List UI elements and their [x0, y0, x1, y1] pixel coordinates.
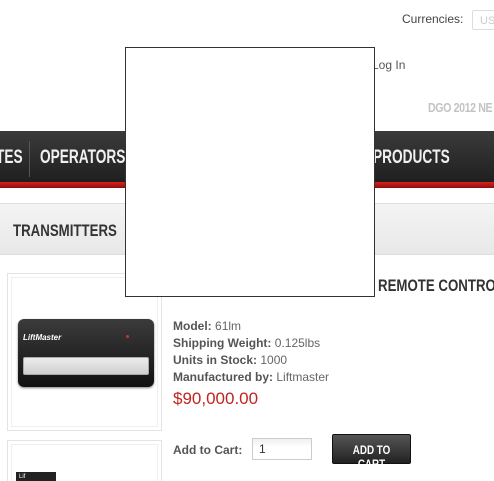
currencies-label: Currencies: [402, 12, 464, 26]
spec-weight-label: Shipping Weight: [173, 336, 272, 350]
product-title: REMOTE CONTROL [378, 276, 494, 295]
thumbnail-logo: Lif [19, 474, 26, 480]
currency-select[interactable]: US [472, 10, 494, 30]
add-to-cart-label: Add to Cart: [173, 443, 243, 457]
spec-manufacturer: Manufactured by: Liftmaster [173, 370, 329, 384]
product-price: $90,000.00 [173, 389, 259, 408]
spec-weight: Shipping Weight: 0.125lbs [173, 336, 320, 350]
spec-manufacturer-value: Liftmaster [276, 370, 330, 384]
spec-model: Model: 61lm [173, 319, 241, 333]
nav-item-operators[interactable]: OPERATORS [40, 147, 125, 169]
remote-button [23, 357, 149, 375]
remote-brand-logo: LiftMaster [23, 333, 62, 342]
login-link[interactable]: Log In [372, 58, 405, 72]
spec-stock-label: Units in Stock: [173, 353, 258, 367]
add-to-cart-button-label: ADD TO CART [352, 443, 391, 471]
nav-item-tes[interactable]: TES [0, 147, 23, 169]
spec-manufacturer-label: Manufactured by: [173, 370, 274, 384]
remote-control-image: LiftMaster [18, 319, 154, 387]
promo-banner: DGO 2012 NE [428, 100, 493, 115]
spec-model-label: Model: [173, 319, 212, 333]
add-to-cart-button[interactable]: ADD TO CART [332, 434, 411, 471]
quantity-input[interactable] [252, 438, 312, 460]
loading-modal[interactable] [125, 47, 375, 297]
product-thumbnail-card[interactable]: Lif [7, 440, 162, 481]
remote-led [126, 335, 129, 338]
thumbnail-image: Lif [16, 472, 56, 481]
spec-stock: Units in Stock: 1000 [173, 353, 287, 367]
breadcrumb-transmitters[interactable]: TRANSMITTERS [13, 221, 117, 241]
spec-stock-value: 1000 [260, 353, 288, 367]
spec-model-value: 61lm [215, 319, 242, 333]
spec-weight-value: 0.125lbs [274, 336, 321, 350]
nav-separator [29, 141, 30, 177]
nav-item-products[interactable]: PRODUCTS [373, 147, 450, 169]
